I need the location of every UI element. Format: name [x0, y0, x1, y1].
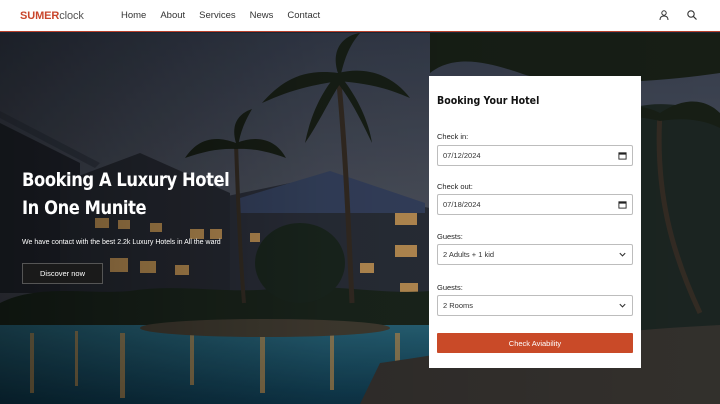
- calendar-icon[interactable]: [618, 151, 627, 160]
- guests-select-value: 2 Adults + 1 kid: [443, 250, 495, 259]
- hero-title-line-1: Booking A Luxury Hotel: [22, 169, 230, 191]
- checkout-date-input[interactable]: 07/18/2024: [437, 194, 633, 215]
- logo-suffix: clock: [59, 10, 84, 22]
- checkin-label: Check in:: [437, 132, 469, 141]
- nav-link-news[interactable]: News: [250, 10, 274, 21]
- nav-icons: [658, 9, 698, 21]
- chevron-down-icon: [619, 303, 626, 308]
- logo-brand: SUMER: [20, 10, 60, 22]
- nav-links: Home About Services News Contact: [121, 10, 334, 21]
- rooms-select[interactable]: 2 Rooms: [437, 295, 633, 316]
- calendar-icon[interactable]: [618, 200, 627, 209]
- search-icon[interactable]: [686, 9, 698, 21]
- discover-now-button[interactable]: Discover now: [22, 263, 103, 284]
- nav-link-about[interactable]: About: [160, 10, 185, 21]
- rooms-select-value: 2 Rooms: [443, 301, 474, 310]
- booking-title: Booking Your Hotel: [437, 94, 540, 107]
- rooms-label: Guests:: [437, 283, 463, 292]
- navbar: SUMERclock Home About Services News Cont…: [0, 0, 720, 32]
- hero-title: Booking A Luxury Hotel In One Munite: [22, 166, 246, 222]
- check-availability-button[interactable]: Check Aviability: [437, 333, 633, 353]
- hero-title-line-2: In One Munite: [22, 197, 147, 219]
- nav-link-contact[interactable]: Contact: [287, 10, 320, 21]
- guests-select[interactable]: 2 Adults + 1 kid: [437, 244, 633, 265]
- checkin-date-input[interactable]: 07/12/2024: [437, 145, 633, 166]
- booking-panel: Booking Your Hotel Check in: 07/12/2024 …: [429, 76, 641, 368]
- hero-subtitle: We have contact with the best 2.2k Luxur…: [22, 239, 221, 246]
- checkin-date-value: 07/12/2024: [443, 151, 481, 160]
- checkout-date-value: 07/18/2024: [443, 200, 481, 209]
- logo[interactable]: SUMERclock: [20, 10, 84, 22]
- guests-label: Guests:: [437, 232, 463, 241]
- chevron-down-icon: [619, 252, 626, 257]
- nav-link-services[interactable]: Services: [199, 10, 235, 21]
- user-icon[interactable]: [658, 9, 670, 21]
- checkout-label: Check out:: [437, 182, 473, 191]
- nav-link-home[interactable]: Home: [121, 10, 146, 21]
